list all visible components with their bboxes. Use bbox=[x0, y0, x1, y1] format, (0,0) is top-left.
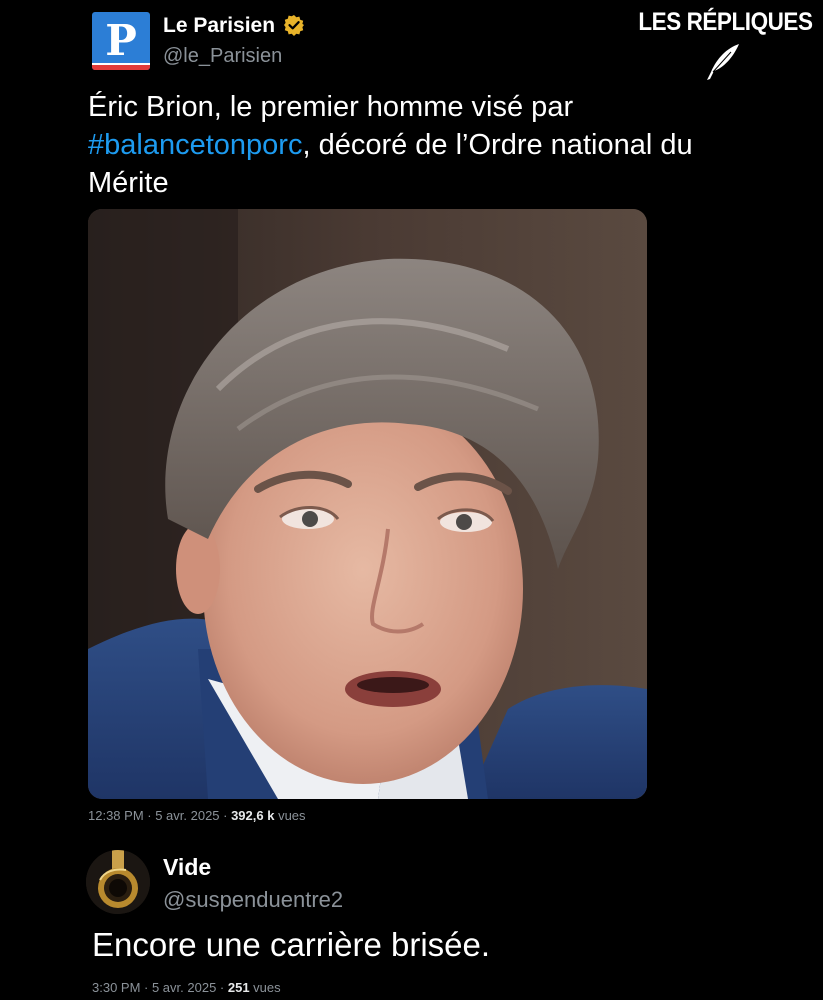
tweet-views-label: vues bbox=[274, 808, 306, 823]
tweet-meta: 12:38 PM · 5 avr. 2025 · 392,6 k vues bbox=[88, 808, 306, 823]
avatar-le-parisien[interactable]: P bbox=[92, 12, 150, 70]
tweet-text-line2: , décoré de l’Ordre national du bbox=[302, 129, 693, 161]
tweet-author-name[interactable]: Le Parisien bbox=[163, 14, 275, 38]
quill-icon bbox=[707, 44, 739, 80]
reply-timestamp[interactable]: 3:30 PM · 5 avr. 2025 · bbox=[92, 980, 228, 995]
reply-views-count: 251 bbox=[227, 980, 250, 995]
tweet-photo[interactable] bbox=[88, 209, 647, 799]
reply-meta: 3:30 PM · 5 avr. 2025 · 251 vues bbox=[92, 980, 281, 995]
portrait-image bbox=[88, 209, 647, 799]
watermark-text: LES RÉPLIQUES bbox=[638, 8, 814, 36]
reply-text: Encore une carrière brisée. bbox=[92, 926, 491, 963]
reply-views-label: vues bbox=[249, 980, 281, 995]
tweet-author-handle[interactable]: @le_Parisien bbox=[163, 45, 282, 68]
avatar-reply-user[interactable] bbox=[86, 850, 150, 914]
tweet-text: Éric Brion, le premier homme visé par #b… bbox=[88, 88, 798, 202]
tweet-text-line3: Mérite bbox=[88, 167, 169, 199]
verified-badge-icon bbox=[284, 15, 304, 36]
tweet-timestamp[interactable]: 12:38 PM · 5 avr. 2025 · bbox=[88, 808, 231, 823]
tweet-views-count: 392,6 k bbox=[231, 808, 275, 823]
avatar-logo-letter: P bbox=[105, 16, 137, 65]
hashtag-link[interactable]: #balancetonporc bbox=[88, 129, 302, 161]
reply-author-name[interactable]: Vide bbox=[163, 854, 211, 881]
saxophone-avatar-image bbox=[86, 850, 150, 914]
tweet-text-line1: Éric Brion, le premier homme visé par bbox=[88, 91, 574, 123]
watermark: LES RÉPLIQUES bbox=[639, 8, 813, 80]
reply-author-handle[interactable]: @suspenduentre2 bbox=[163, 887, 343, 913]
